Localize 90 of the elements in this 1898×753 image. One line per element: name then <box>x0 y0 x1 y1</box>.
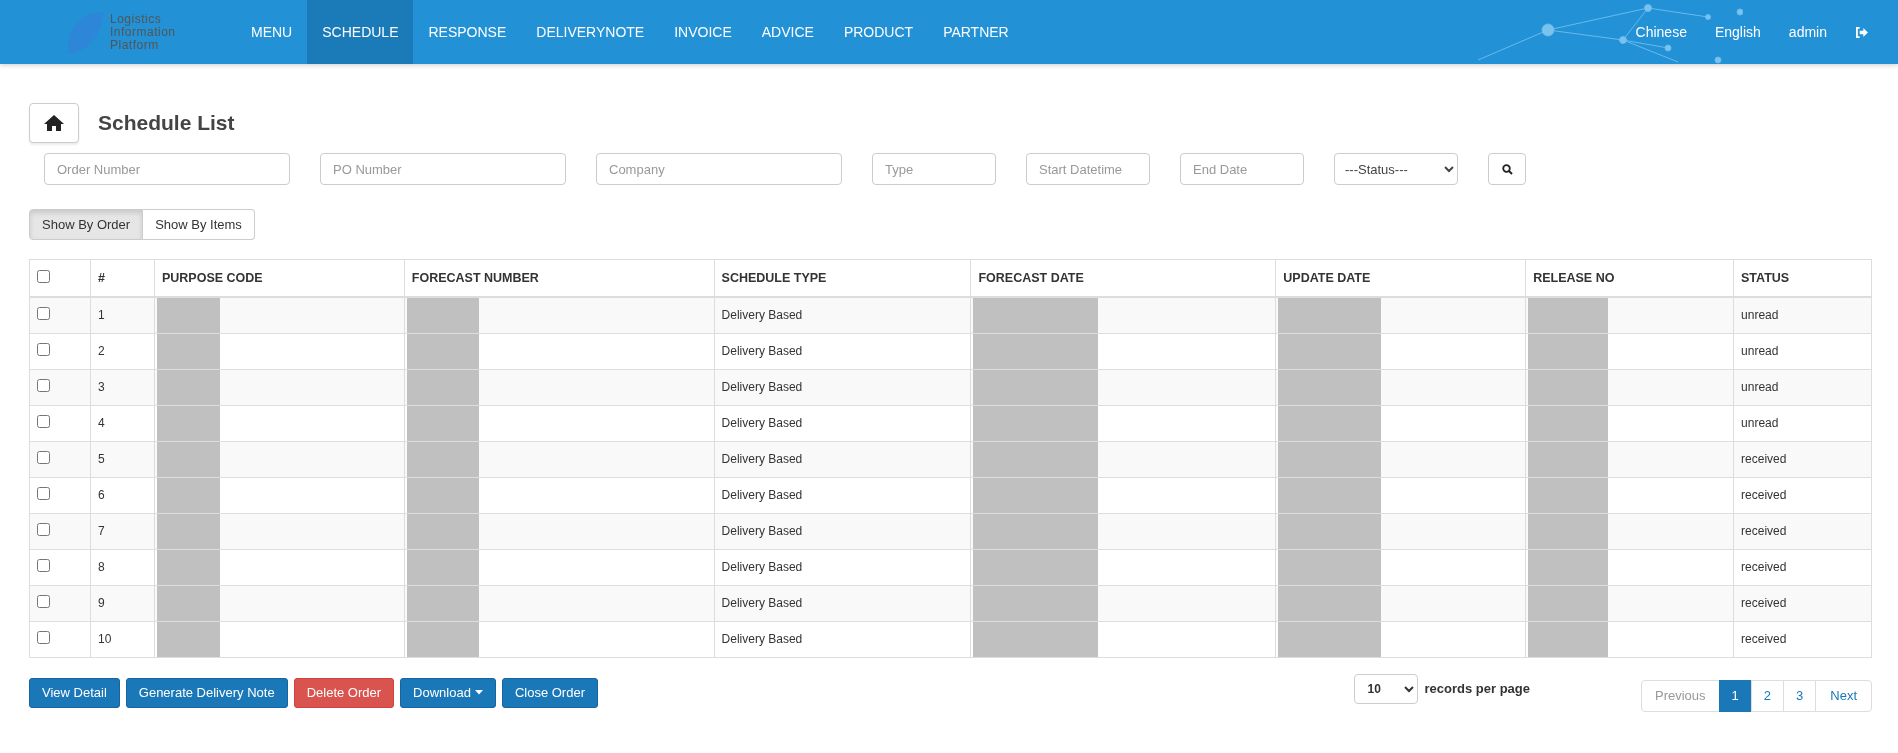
table-cell: received <box>1741 488 1787 502</box>
nav-tab[interactable]: ADVICE <box>746 0 829 64</box>
row-checkbox[interactable] <box>37 343 50 356</box>
table-cell: Delivery Based <box>721 416 803 430</box>
table-cell: Delivery Based <box>721 452 803 466</box>
home-button[interactable] <box>29 103 79 143</box>
row-checkbox[interactable] <box>37 487 50 500</box>
filter-field[interactable]: Type <box>872 153 996 185</box>
table-cell: Delivery Based <box>721 632 803 646</box>
row-checkbox[interactable] <box>37 559 50 572</box>
logout-icon[interactable] <box>1855 26 1868 38</box>
filter-field[interactable]: Company <box>596 153 842 185</box>
table-cell: 2 <box>97 344 105 358</box>
table-cell: received <box>1741 560 1787 574</box>
nav-tab[interactable]: RESPONSE <box>413 0 522 64</box>
home-icon <box>43 114 65 132</box>
table-cell: unread <box>1741 344 1779 358</box>
header-link[interactable]: admin <box>1788 24 1827 40</box>
page-size-dropdown[interactable]: 10 <box>1354 673 1419 704</box>
action-button[interactable]: View Detail <box>29 677 120 708</box>
table-cell: Delivery Based <box>721 488 803 502</box>
table-cell: Delivery Based <box>721 344 803 358</box>
select-all-checkbox[interactable] <box>37 269 50 283</box>
logo-text: Logistics <box>110 12 162 26</box>
row-checkbox[interactable] <box>37 451 50 464</box>
row-checkbox[interactable] <box>37 379 50 392</box>
page-link[interactable]: 2 <box>1750 679 1785 712</box>
row-checkbox[interactable] <box>37 595 50 608</box>
column-header: PURPOSE CODE <box>161 270 263 285</box>
table-cell: received <box>1741 524 1787 538</box>
table-cell: unread <box>1741 308 1779 322</box>
row-checkbox[interactable] <box>37 415 50 428</box>
row-checkbox[interactable] <box>37 631 50 644</box>
filter-field[interactable]: Order Number <box>44 153 290 185</box>
nav-tab[interactable]: INVOICE <box>659 0 747 64</box>
table-cell: Delivery Based <box>721 308 803 322</box>
column-header: SCHEDULE TYPE <box>721 270 827 285</box>
table-cell: Delivery Based <box>721 524 803 538</box>
next-link[interactable]: Next <box>1815 679 1872 712</box>
table-cell: 1 <box>97 308 105 322</box>
filter-field[interactable]: Start Datetime <box>1026 153 1150 185</box>
column-header: FORECAST DATE <box>978 270 1084 285</box>
column-header: STATUS <box>1741 270 1790 285</box>
nav-tab[interactable]: MENU <box>236 0 308 64</box>
header-link[interactable]: Chinese <box>1635 24 1687 40</box>
table-cell: received <box>1741 452 1787 466</box>
filter-field[interactable]: End Date <box>1180 153 1304 185</box>
view-toggle-button[interactable]: Show By Order <box>29 209 144 240</box>
column-header: RELEASE NO <box>1533 270 1615 285</box>
table-cell: Delivery Based <box>721 596 803 610</box>
row-checkbox[interactable] <box>37 523 50 536</box>
view-toggle-button[interactable]: Show By Items <box>143 209 255 240</box>
column-header: UPDATE DATE <box>1283 270 1371 285</box>
status-dropdown[interactable]: ---Status--- <box>1334 153 1458 185</box>
filter-field[interactable]: PO Number <box>320 153 566 185</box>
page-size-label: records per page <box>1424 681 1530 696</box>
table-cell: 7 <box>97 524 105 538</box>
column-header: FORECAST NUMBER <box>411 270 539 285</box>
row-checkbox[interactable] <box>37 307 50 320</box>
table-cell: 4 <box>97 416 105 430</box>
column-header: # <box>97 270 105 285</box>
action-button[interactable]: Generate Delivery Note <box>125 677 288 708</box>
action-button[interactable]: Download <box>400 677 496 708</box>
action-button[interactable]: Close Order <box>501 677 598 708</box>
table-cell: 5 <box>97 452 105 466</box>
table-cell: 10 <box>97 632 112 646</box>
search-button[interactable] <box>1488 153 1526 185</box>
caret-icon <box>474 690 483 695</box>
table-cell: 6 <box>97 488 105 502</box>
nav-tab[interactable]: PARTNER <box>928 0 1024 64</box>
nav-tab[interactable]: SCHEDULE <box>307 0 414 64</box>
table-cell: 3 <box>97 380 105 394</box>
table-cell: 8 <box>97 560 105 574</box>
table-cell: received <box>1741 632 1787 646</box>
page-link[interactable]: 1 <box>1718 679 1752 712</box>
table-cell: 9 <box>97 596 105 610</box>
page-title: Schedule List <box>98 111 235 135</box>
logo-text: Platform <box>110 38 160 52</box>
header-link[interactable]: English <box>1714 24 1761 40</box>
table-cell: Delivery Based <box>721 560 803 574</box>
action-button[interactable]: Delete Order <box>293 677 395 708</box>
page-link[interactable]: 3 <box>1783 679 1817 712</box>
logo-text: Information <box>110 25 176 39</box>
nav-tab[interactable]: PRODUCT <box>828 0 929 64</box>
table-cell: unread <box>1741 380 1779 394</box>
table-cell: Delivery Based <box>721 380 803 394</box>
table-cell: unread <box>1741 416 1779 430</box>
table-cell: received <box>1741 596 1787 610</box>
search-icon <box>1501 163 1513 175</box>
nav-tab[interactable]: DELIVERYNOTE <box>521 0 660 64</box>
